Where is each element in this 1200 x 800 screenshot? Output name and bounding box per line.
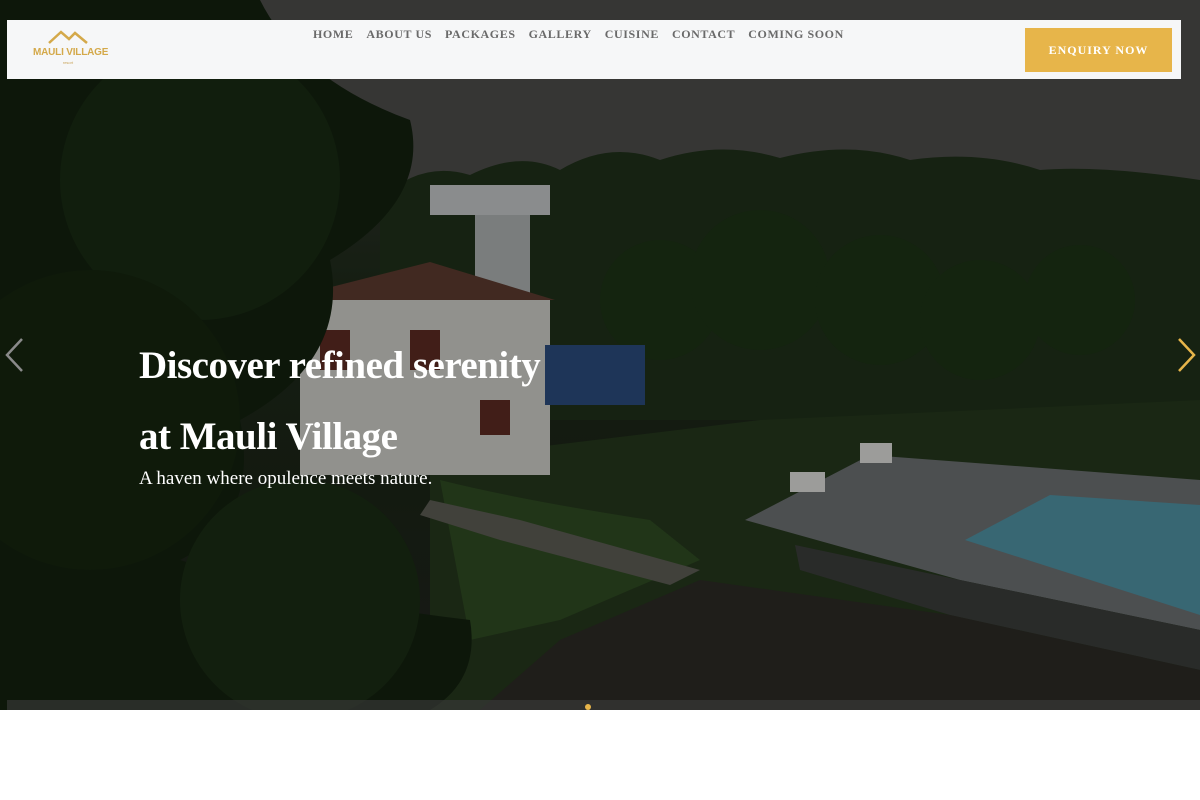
chevron-right-icon	[1178, 338, 1196, 372]
slider-prev-button[interactable]	[3, 337, 25, 373]
slider-pagination-bar	[7, 700, 1200, 710]
enquiry-now-button[interactable]: ENQUIRY NOW	[1025, 28, 1172, 72]
brand-tagline: resort	[62, 60, 74, 65]
hero-title: Discover refined serenity at Mauli Villa…	[139, 330, 699, 472]
nav-packages[interactable]: PACKAGES	[445, 27, 516, 42]
chevron-left-icon	[5, 338, 23, 372]
brand-logo[interactable]: MAULI VILLAGE resort	[33, 29, 109, 69]
nav-contact[interactable]: CONTACT	[672, 27, 735, 42]
brand-name: MAULI VILLAGE	[33, 47, 109, 58]
hero-subtitle: A haven where opulence meets nature.	[139, 468, 433, 489]
nav-coming-soon[interactable]: COMING SOON	[748, 27, 844, 42]
hero-title-line-2: at Mauli Village	[139, 415, 398, 458]
roof-logo-icon	[48, 30, 88, 44]
slider-dot-active[interactable]	[585, 704, 591, 710]
nav-home[interactable]: HOME	[313, 27, 353, 42]
nav-cuisine[interactable]: CUISINE	[605, 27, 659, 42]
slider-next-button[interactable]	[1176, 337, 1198, 373]
hero-title-line-1: Discover refined serenity	[139, 344, 541, 387]
main-nav: HOME ABOUT US PACKAGES GALLERY CUISINE C…	[313, 27, 857, 42]
nav-about-us[interactable]: ABOUT US	[366, 27, 432, 42]
nav-gallery[interactable]: GALLERY	[529, 27, 592, 42]
